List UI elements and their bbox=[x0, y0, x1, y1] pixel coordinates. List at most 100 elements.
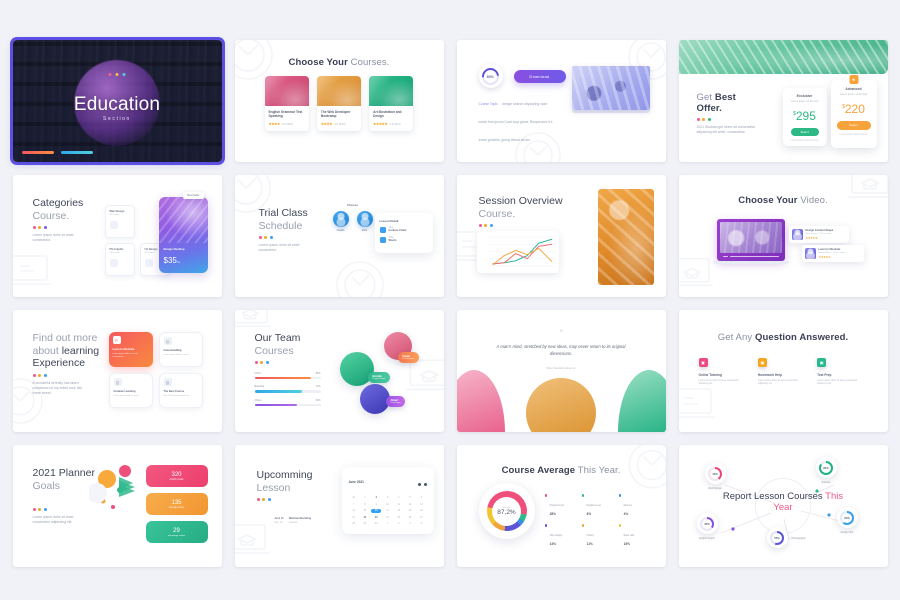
download-button[interactable]: Download bbox=[513, 70, 566, 83]
service-column[interactable]: ▣ Test Prep Lorem ipsum dolor sit amet c… bbox=[817, 358, 867, 387]
slide-thumbnail-learning-experience[interactable]: Find out more about learning Experience … bbox=[12, 310, 222, 432]
calendar-nav[interactable] bbox=[415, 473, 427, 491]
class-group: Classes Natalia Mark bbox=[332, 203, 373, 232]
feature-title: Case Handling bbox=[163, 349, 182, 352]
service-column[interactable]: ▣ Online Tutoring Lorem ipsum dolor sit … bbox=[698, 358, 749, 387]
slide-thumbnail-categories[interactable]: Categories Course. Lorem ipsum dolor sit… bbox=[12, 175, 222, 297]
member-pill[interactable]: Brenda Project Lead bbox=[367, 372, 390, 383]
planner-heading: 2021 Planner Goals Lorem ipsum dolor sit… bbox=[32, 467, 95, 525]
report-node[interactable]: 35% English Teach bbox=[696, 513, 718, 540]
feature-text: A to Z lorem ipsum dolor sit. bbox=[163, 395, 190, 397]
goal-card[interactable]: 320 Activity Goals bbox=[145, 465, 208, 487]
review-count: 4.9 (620) bbox=[389, 121, 401, 126]
slide-thumbnail-planner-goals[interactable]: 2021 Planner Goals Lorem ipsum dolor sit… bbox=[12, 445, 222, 567]
feature-icon: ▥ bbox=[113, 378, 122, 386]
slide-thumbnail-choose-courses[interactable]: Choose Your Courses. English Grammar Tes… bbox=[234, 40, 444, 162]
lesson-label: Words bbox=[388, 239, 397, 242]
report-node[interactable]: 60% Design 301 bbox=[836, 507, 858, 534]
slide-thumbnail-upcomming-lesson[interactable]: Upcomming Lesson Aud, 11 Sep, 14 Webinar… bbox=[234, 445, 444, 567]
person[interactable]: Mark bbox=[356, 211, 373, 232]
member-pill[interactable]: Albert Developer bbox=[385, 396, 406, 407]
goal-card[interactable]: 29 Exchange Goals bbox=[145, 521, 208, 543]
donut-chart: Average 87,2% bbox=[478, 483, 535, 539]
pricing-card-advanced[interactable]: ★ Advanced Lorem ipsum sit do legit $220… bbox=[830, 75, 877, 148]
slide-thumbnail-questions[interactable]: Get Any Question Answered. ▣ Online Tuto… bbox=[678, 310, 888, 432]
accent-dots bbox=[32, 226, 89, 229]
session-heading: Session Overview Course. bbox=[478, 195, 563, 231]
quote-author: Oliver Wendell Holmes Jr. bbox=[546, 367, 576, 370]
calendar-selected-day[interactable]: 16 bbox=[371, 509, 382, 513]
feature-tile[interactable]: ▥ Creative Learning Lorem ipsum dolor si… bbox=[108, 373, 153, 408]
slide-thumbnail-best-offer[interactable]: Get Best Offer. 2021 Studium.get lorem s… bbox=[678, 40, 888, 162]
video-list-item[interactable]: Learn to Illustrate Emma Wilson · 18 min… bbox=[801, 245, 864, 262]
slide-thumbnail-report-lesson[interactable]: Report Lesson Courses This Year 40% Web … bbox=[678, 445, 888, 567]
slide-thumbnail-our-team[interactable]: Our Team Courses UI/UX 85% Branding 72% Ot… bbox=[234, 310, 444, 432]
skill-bar: Others 64% bbox=[254, 399, 321, 407]
slide-thumbnail-session-overview[interactable]: Session Overview Course. bbox=[456, 175, 666, 297]
lesson-row[interactable]: Time Words bbox=[379, 237, 428, 243]
lesson-detail-panel: Lesson Detail Time Conture Chain Time Word… bbox=[374, 213, 433, 253]
category-tile[interactable]: Web Design 32 Course bbox=[104, 205, 135, 238]
laptop-screen-image bbox=[571, 66, 650, 110]
slide-thumbnail-download[interactable]: 85% Download Course Topic design search … bbox=[456, 40, 666, 162]
lesson-row[interactable]: Time Conture Chain bbox=[379, 227, 428, 233]
slide-gallery: Education Section Choose Your Courses. E… bbox=[0, 0, 900, 600]
node-value: 55% bbox=[774, 535, 780, 540]
legend-item: Basic skill 15% bbox=[618, 523, 652, 546]
video-list-item[interactable]: Design Content Shape Marc Cooper · 12 mi… bbox=[788, 226, 849, 243]
plan-footnote: Lorem ipsum dolor sit amet bbox=[790, 139, 819, 142]
category-icon bbox=[109, 259, 118, 267]
slide-thumbnail-education-cover[interactable]: Education Section bbox=[12, 40, 222, 162]
player-controls[interactable] bbox=[720, 253, 782, 258]
service-title: Test Prep bbox=[817, 373, 832, 377]
person-name: Mark bbox=[361, 229, 368, 232]
feature-tile[interactable]: ▤ Case Handling Lorem ipsum dolor sit am… bbox=[158, 332, 203, 367]
accent-dots bbox=[32, 373, 103, 377]
report-node[interactable]: 85% Science bbox=[815, 457, 837, 484]
feature-tile[interactable]: ▧ The Best Course A to Z lorem ipsum dol… bbox=[158, 373, 203, 408]
quote-text: A man's mind, stretched by new ideas, ma… bbox=[496, 344, 626, 356]
page-subtitle: Schedule bbox=[258, 219, 303, 232]
course-card[interactable]: The Web Developer Bootcamp ★★★★ 4.8 (540) bbox=[316, 76, 362, 131]
slide-thumbnail-trial-class[interactable]: Trial Class Schedule Lorem ipsum dolor s… bbox=[234, 175, 444, 297]
slide-thumbnail-quote[interactable]: “ A man's mind, stretched by new ideas, … bbox=[456, 310, 666, 432]
review-count: 4.5 (890) bbox=[281, 121, 294, 126]
skill-label: UI/UX bbox=[254, 372, 261, 375]
featured-course-price: $35/m bbox=[163, 256, 181, 265]
service-column[interactable]: ▣ Homework Help Lorem ipsum dolor sit am… bbox=[757, 358, 808, 387]
pricing-card-exclusive[interactable]: Exclusive Lorem ipsum sit do legit $295 … bbox=[782, 88, 827, 146]
service-icon: ▣ bbox=[757, 358, 767, 367]
video-player-mockup[interactable] bbox=[712, 219, 789, 265]
feature-tile-highlight[interactable]: P Learn to Illustrate Lorem ipsum dolor … bbox=[108, 332, 153, 367]
course-thumbnail bbox=[264, 76, 309, 106]
goal-card[interactable]: 135 Average Score bbox=[145, 493, 208, 515]
course-thumbnail bbox=[316, 76, 362, 106]
feature-text: Lorem ipsum dolor sit amet consectetur. bbox=[112, 353, 138, 358]
member-pill[interactable]: Karen UI Designer bbox=[397, 352, 420, 363]
node-caption: Design 301 bbox=[840, 531, 854, 534]
graduation-watermark-icon bbox=[234, 521, 271, 561]
avatar[interactable] bbox=[359, 384, 390, 414]
page-title: Session Overview bbox=[478, 195, 563, 207]
person[interactable]: Natalia bbox=[332, 211, 349, 232]
plan-select-button[interactable]: Select bbox=[836, 120, 871, 130]
quote-photo-right bbox=[617, 370, 666, 432]
calendar-widget[interactable]: June 2021 31 1 2 3 4 5 6 7 8 9 10 11 12 13 14 15 16 17 1… bbox=[341, 467, 434, 534]
laptop-base bbox=[571, 110, 650, 113]
report-node[interactable]: 40% Web Design bbox=[704, 463, 726, 490]
plan-select-button[interactable]: Select bbox=[790, 127, 819, 136]
category-tile[interactable]: PS Graphic 74 Course bbox=[104, 243, 135, 276]
featured-course-card[interactable]: Design Desktop $35/m bbox=[158, 197, 208, 273]
page-subtitle: Courses bbox=[254, 344, 294, 357]
course-card[interactable]: English Grammar Test Speaking ★★★★ 4.5 (8… bbox=[264, 76, 309, 131]
slide-thumbnail-choose-video[interactable]: Choose Your Video. Design Content Shape … bbox=[678, 175, 888, 297]
node-value: 60% bbox=[844, 515, 850, 520]
video-title: Learn to Illustrate bbox=[818, 248, 841, 251]
accent-dots bbox=[256, 498, 313, 501]
slide-thumbnail-course-average[interactable]: Course Average This Year. Average 87,2% … bbox=[456, 445, 666, 567]
body-link[interactable]: Course Topic bbox=[479, 102, 498, 106]
skill-bar: UI/UX 85% bbox=[254, 372, 321, 380]
feature-text: Lorem ipsum dolor sit amet. bbox=[163, 354, 190, 356]
report-node[interactable]: 55% Photography bbox=[766, 527, 806, 548]
course-card[interactable]: Art Illustration and Design ★★★★★ 4.9 (62… bbox=[369, 76, 414, 131]
